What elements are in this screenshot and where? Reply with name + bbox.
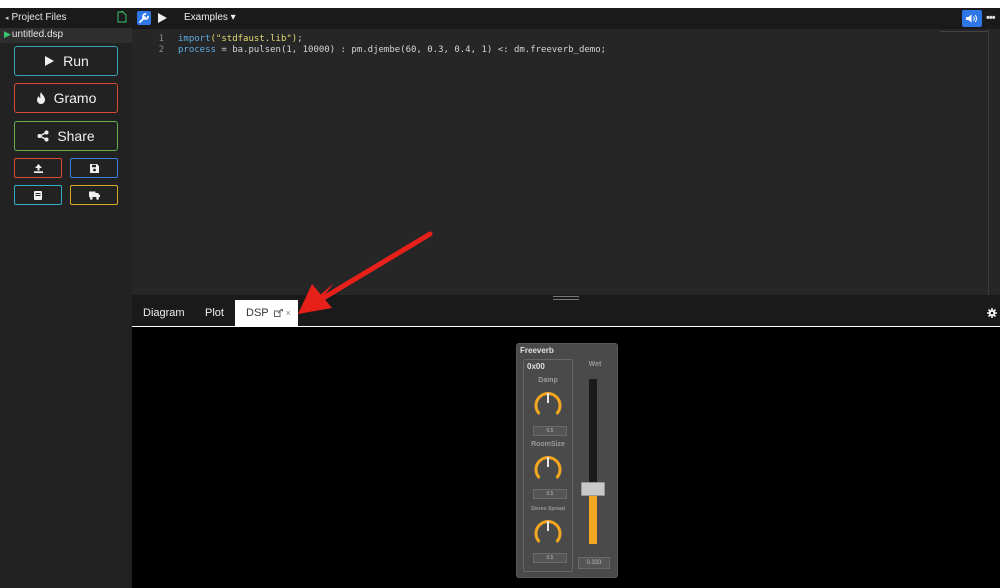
editor-scrollbar[interactable] <box>988 29 989 295</box>
knob-label: RoomSize <box>531 441 565 448</box>
wrench-icon <box>139 13 149 23</box>
run-button[interactable]: Run <box>14 46 118 76</box>
upload-icon <box>33 163 43 173</box>
line-number: 2 <box>158 45 164 55</box>
book-icon <box>34 190 42 200</box>
run-mini-button[interactable] <box>156 12 168 24</box>
damp-value[interactable]: 0.5 <box>533 426 567 436</box>
more-menu-icon[interactable]: ••• <box>986 12 996 24</box>
code-editor[interactable] <box>132 29 1000 295</box>
examples-dropdown[interactable]: Examples ▾ <box>184 12 236 23</box>
code-line: process = ba.pulsen(1, 10000) : pm.djemb… <box>178 45 606 55</box>
run-label: Run <box>63 53 89 69</box>
knob-label: Stereo Spread <box>531 506 565 512</box>
annotation-arrow <box>298 231 433 314</box>
line-number: 1 <box>158 34 164 44</box>
knob-label: Damp <box>538 377 558 384</box>
project-files-title[interactable]: ◂ Project Files <box>5 12 67 23</box>
volume-icon <box>966 14 977 23</box>
stereo-spread-knob[interactable] <box>533 518 563 548</box>
collapse-triangle-icon: ◂ <box>5 15 9 22</box>
damp-knob[interactable] <box>533 390 563 420</box>
file-item[interactable]: ▶untitled.dsp <box>4 29 63 40</box>
code-string: ("stdfaust.lib") <box>210 34 298 44</box>
wrench-button[interactable] <box>137 11 151 25</box>
top-toolbar <box>132 8 1000 29</box>
share-button[interactable]: Share <box>14 121 118 151</box>
file-name-label: untitled.dsp <box>11 29 64 40</box>
knob-group-title: 0x00 <box>527 362 545 371</box>
share-icon <box>37 130 49 142</box>
gramo-button[interactable]: Gramo <box>14 83 118 113</box>
wet-slider-fill <box>589 489 597 544</box>
stereo-spread-value[interactable]: 0.5 <box>533 553 567 563</box>
gear-icon[interactable] <box>987 308 997 318</box>
popout-icon[interactable] <box>273 309 283 317</box>
code-line: import("stdfaust.lib"); <box>178 34 303 44</box>
save-button[interactable] <box>70 158 118 178</box>
project-files-label: Project Files <box>11 12 67 23</box>
wet-label: Wet <box>588 361 602 368</box>
code-text: = ba.pulsen(1, 10000) : pm.djembe(60, 0.… <box>215 45 607 55</box>
tab-dsp[interactable]: DSP × <box>235 300 298 326</box>
tab-diagram[interactable]: Diagram <box>143 307 185 319</box>
roomsize-value[interactable]: 0.5 <box>533 489 567 499</box>
wet-value[interactable]: 0.333 <box>578 557 610 569</box>
wet-slider-thumb[interactable] <box>581 482 605 497</box>
new-file-icon[interactable] <box>117 11 127 23</box>
code-keyword: import <box>178 34 211 44</box>
minimap <box>940 31 988 32</box>
file-play-icon: ▶ <box>4 29 11 39</box>
save-icon <box>89 163 99 173</box>
roomsize-knob[interactable] <box>533 454 563 484</box>
share-label: Share <box>57 128 95 144</box>
play-icon <box>43 55 55 67</box>
gramo-label: Gramo <box>53 90 97 106</box>
docs-button[interactable] <box>14 185 62 205</box>
resize-handle[interactable] <box>553 296 579 300</box>
upload-button[interactable] <box>14 158 62 178</box>
freeverb-title: Freeverb <box>520 346 554 355</box>
tab-plot[interactable]: Plot <box>205 307 224 319</box>
tab-dsp-label: DSP <box>246 307 269 319</box>
audio-toggle-button[interactable] <box>962 10 982 27</box>
code-text: ; <box>297 34 303 44</box>
export-button[interactable] <box>70 185 118 205</box>
flame-icon <box>36 92 46 104</box>
truck-icon <box>88 191 100 200</box>
code-keyword: process <box>178 45 216 55</box>
